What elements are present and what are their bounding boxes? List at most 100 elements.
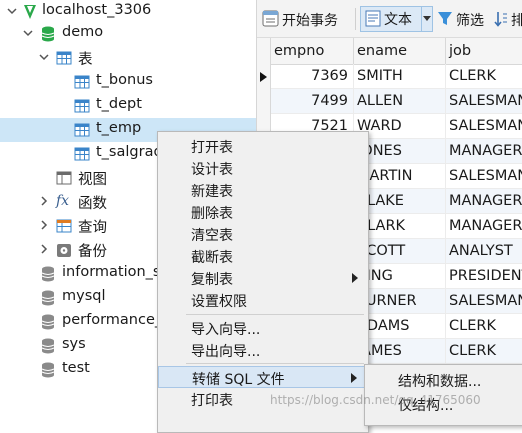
row-marker[interactable] [257,89,271,114]
menu-item-export-wizard[interactable]: 导出向导... [158,339,368,361]
cell-job[interactable]: ANALYST [446,239,522,264]
tables-folder-label: 表 [78,52,93,68]
connection-icon [24,5,36,19]
menu-item-label: 转储 SQL 文件 [192,372,285,388]
database-icon [41,338,55,354]
database-icon [41,362,55,378]
cell-empno[interactable]: 7369 [271,64,354,89]
menu-item-label: 删除表 [191,206,233,222]
chevron-down-icon[interactable] [6,5,18,17]
chevron-right-icon[interactable] [38,195,50,207]
cell-job[interactable]: CLERK [446,339,522,364]
filter-button[interactable]: 筛选 [437,8,492,30]
cell-job[interactable]: CLERK [446,64,522,89]
row-marker[interactable] [257,64,271,89]
menu-item-label: 设计表 [191,162,233,178]
backup-icon [57,244,71,257]
cell-job[interactable]: MANAGER [446,189,522,214]
database-label: test [62,360,90,376]
database-label: mysql [62,288,106,304]
cell-ename[interactable]: ALLEN [354,89,446,114]
tree-table-item[interactable]: t_dept [0,94,256,118]
tree-database-demo[interactable]: demo [0,22,256,46]
functions-label: 函数 [78,196,107,212]
menu-item-set-permissions[interactable]: 设置权限 [158,289,368,311]
transaction-icon [262,10,279,27]
cell-empno[interactable]: 7499 [271,89,354,114]
chevron-down-icon[interactable] [22,27,34,39]
menu-item-import-wizard[interactable]: 导入向导... [158,317,368,339]
function-icon: fx [56,193,70,209]
column-header-empno[interactable]: empno [271,38,354,64]
tree-table-item[interactable]: t_bonus [0,70,256,94]
views-label: 视图 [78,172,107,188]
table-row[interactable]: 7499 ALLEN SALESMAN [257,89,522,114]
database-label: sys [62,336,86,352]
query-icon [56,219,72,233]
menu-item-new-table[interactable]: 新建表 [158,179,368,201]
grid-header-row: empno ename job [257,38,522,65]
table-icon [74,75,90,89]
cell-job[interactable]: CLERK [446,314,522,339]
tree-tables-folder[interactable]: 表 [0,46,256,70]
chevron-right-icon[interactable] [38,243,50,255]
menu-item-open-table[interactable]: 打开表 [158,135,368,157]
menu-item-label: 结构和数据... [398,374,482,390]
menu-item-label: 导入向导... [191,322,261,338]
begin-transaction-button[interactable]: 开始事务 [262,8,352,30]
cell-job[interactable]: SALESMAN [446,114,522,139]
table-row[interactable]: 7369 SMITH CLERK [257,64,522,89]
cell-job[interactable]: MANAGER [446,214,522,239]
menu-item-label: 导出向导... [191,344,261,360]
menu-item-label: 设置权限 [191,294,247,310]
sort-button[interactable]: 排序 [494,8,522,30]
chevron-right-icon[interactable] [38,219,50,231]
text-view-label: 文本 [384,12,412,28]
backups-label: 备份 [78,244,107,260]
current-row-arrow-icon [260,72,267,82]
menu-item-duplicate-table[interactable]: 复制表 [158,267,368,289]
submenu-arrow-icon [351,373,357,383]
queries-label: 查询 [78,220,107,236]
filter-label: 筛选 [456,13,484,29]
table-icon [74,99,90,113]
menu-item-empty-table[interactable]: 清空表 [158,223,368,245]
menu-item-label: 复制表 [191,272,233,288]
database-label: demo [62,24,104,40]
filter-icon [438,12,452,25]
watermark: https://blog.csdn.net/qq_41765060 [270,393,481,407]
cell-job[interactable]: SALESMAN [446,89,522,114]
table-icon [74,147,90,161]
text-view-dropdown[interactable] [421,6,433,32]
column-header-job[interactable]: job [446,38,522,64]
cell-job[interactable]: PRESIDENT [446,264,522,289]
cell-job[interactable]: SALESMAN [446,289,522,314]
submenu-item-structure-and-data[interactable]: 结构和数据... [365,368,522,392]
menu-item-delete-table[interactable]: 删除表 [158,201,368,223]
sort-icon [494,12,507,27]
row-marker-header [257,38,271,64]
menu-item-dump-sql-file[interactable]: 转储 SQL 文件 [158,366,368,388]
column-header-ename[interactable]: ename [354,38,446,64]
menu-separator [186,314,364,315]
table-label: t_bonus [96,72,153,88]
menu-item-design-table[interactable]: 设计表 [158,157,368,179]
menu-item-label: 新建表 [191,184,233,200]
connection-label: localhost_3306 [42,2,152,18]
chevron-down-icon[interactable] [38,51,50,63]
database-icon [41,290,55,306]
table-icon [74,123,90,137]
menu-item-label: 清空表 [191,228,233,244]
cell-job[interactable]: SALESMAN [446,164,522,189]
cell-job[interactable]: MANAGER [446,139,522,164]
menu-item-label: 打印表 [191,393,233,409]
menu-item-truncate-table[interactable]: 截断表 [158,245,368,267]
table-context-menu: 打开表 设计表 新建表 删除表 清空表 截断表 复制表 设置权限 导入向导...… [157,131,369,433]
database-icon [41,266,55,282]
tree-connection[interactable]: localhost_3306 [0,0,256,24]
cell-ename[interactable]: SMITH [354,64,446,89]
toolbar-divider [355,8,356,30]
caret-down-icon [423,16,431,21]
text-view-button[interactable]: 文本 [360,6,422,32]
table-icon [56,51,72,65]
